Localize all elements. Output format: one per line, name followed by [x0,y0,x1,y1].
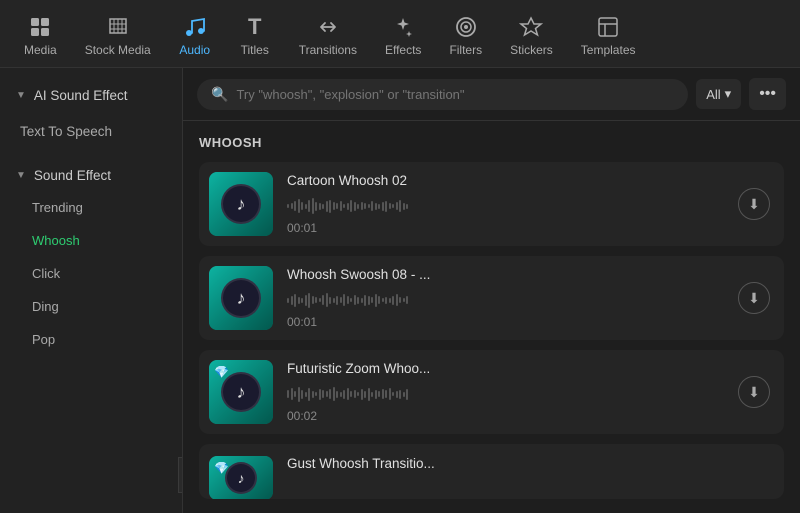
search-icon: 🔍 [211,86,228,103]
nav-templates[interactable]: Templates [567,9,650,65]
sound-card[interactable]: 💎 ♪ Gust Whoosh Transitio... [199,444,784,499]
sidebar-item-trending[interactable]: Trending [0,191,182,224]
click-label: Click [32,266,60,281]
badge-diamond-icon: 💎 [214,461,229,475]
sound-effect-section: ▼ Sound Effect Trending Whoosh Click Din… [0,148,182,360]
nav-effects[interactable]: Effects [371,9,435,65]
download-icon: ⬇ [748,196,760,213]
search-input[interactable] [236,87,674,102]
sound-name: Gust Whoosh Transitio... [287,456,770,471]
sidebar-item-click[interactable]: Click [0,257,182,290]
nav-titles[interactable]: T Titles [225,9,285,65]
ding-label: Ding [32,299,59,314]
stock-media-icon [106,15,130,39]
main-content: ▼ AI Sound Effect Text To Speech ▼ Sound… [0,68,800,513]
ai-sound-arrow: ▼ [16,90,26,101]
nav-effects-label: Effects [385,43,421,57]
text-to-speech-label-row[interactable]: Text To Speech [0,115,182,148]
download-button[interactable]: ⬇ [738,188,770,220]
sidebar-item-ding[interactable]: Ding [0,290,182,323]
music-icon: ♪ [221,278,261,318]
sound-duration: 00:01 [287,221,724,235]
search-wrapper: 🔍 [197,79,688,110]
filters-icon [454,15,478,39]
nav-transitions-label: Transitions [299,43,357,57]
ai-sound-effect-label: AI Sound Effect [34,88,128,103]
sound-card[interactable]: ♪ Cartoon Whoosh 02 00:01 ⬇ [199,162,784,246]
waveform [287,196,724,216]
templates-icon [596,15,620,39]
nav-titles-label: Titles [241,43,269,57]
nav-stock-media[interactable]: Stock Media [71,9,165,65]
filter-arrow-icon: ▾ [725,86,732,102]
sidebar: ▼ AI Sound Effect Text To Speech ▼ Sound… [0,68,183,513]
content-area: WHOOSH ♪ Cartoon Whoosh 02 00:01 ⬇ [183,121,800,513]
nav-filters-label: Filters [449,43,482,57]
sound-name: Futuristic Zoom Whoo... [287,361,724,376]
effects-icon [391,15,415,39]
nav-stickers-label: Stickers [510,43,553,57]
nav-media-label: Media [24,43,57,57]
sound-thumbnail: ♪ [209,266,273,330]
sidebar-collapse-button[interactable]: ‹ [178,457,183,493]
whoosh-label: Whoosh [32,233,80,248]
badge-diamond-icon: 💎 [214,365,229,379]
stickers-icon [519,15,543,39]
sound-card[interactable]: 💎 ♪ Futuristic Zoom Whoo... 00:02 ⬇ [199,350,784,434]
download-icon: ⬇ [748,290,760,307]
audio-icon [183,15,207,39]
right-panel: 🔍 All ▾ ••• WHOOSH ♪ Ca [183,68,800,513]
sidebar-item-pop[interactable]: Pop [0,323,182,356]
download-button[interactable]: ⬇ [738,376,770,408]
nav-media[interactable]: Media [10,9,71,65]
download-icon: ⬇ [748,384,760,401]
sound-card[interactable]: ♪ Whoosh Swoosh 08 - ... 00:01 ⬇ [199,256,784,340]
sound-effect-arrow: ▼ [16,170,26,181]
nav-transitions[interactable]: Transitions [285,9,371,65]
text-to-speech-label: Text To Speech [20,124,112,139]
sound-effect-header[interactable]: ▼ Sound Effect [0,160,182,191]
pop-label: Pop [32,332,55,347]
section-title: WHOOSH [199,135,784,150]
nav-stickers[interactable]: Stickers [496,9,567,65]
sound-thumbnail: 💎 ♪ [209,456,273,499]
sidebar-item-whoosh[interactable]: Whoosh [0,224,182,257]
more-icon: ••• [759,85,776,102]
transitions-icon [316,15,340,39]
sound-duration: 00:02 [287,409,724,423]
text-to-speech-item[interactable]: Text To Speech [0,115,182,148]
top-navigation: Media Stock Media Audio T Titles [0,0,800,68]
sound-info: Whoosh Swoosh 08 - ... 00:01 [287,267,724,329]
download-button[interactable]: ⬇ [738,282,770,314]
waveform [287,290,724,310]
nav-audio[interactable]: Audio [165,9,225,65]
sound-info: Gust Whoosh Transitio... [287,456,770,479]
music-icon: ♪ [225,462,257,494]
nav-templates-label: Templates [581,43,636,57]
filter-label: All [706,87,720,102]
search-bar: 🔍 All ▾ ••• [183,68,800,121]
sound-info: Futuristic Zoom Whoo... 00:02 [287,361,724,423]
ai-sound-effect-section: ▼ AI Sound Effect [0,68,182,115]
titles-icon: T [243,15,267,39]
more-options-button[interactable]: ••• [749,78,786,110]
nav-stock-label: Stock Media [85,43,151,57]
sound-info: Cartoon Whoosh 02 00:01 [287,173,724,235]
sound-duration: 00:01 [287,315,724,329]
sound-name: Whoosh Swoosh 08 - ... [287,267,724,282]
sound-name: Cartoon Whoosh 02 [287,173,724,188]
sound-effect-label: Sound Effect [34,168,111,183]
nav-audio-label: Audio [179,43,210,57]
trending-label: Trending [32,200,83,215]
waveform [287,384,724,404]
ai-sound-effect-header[interactable]: ▼ AI Sound Effect [0,80,182,111]
sound-thumbnail: 💎 ♪ [209,360,273,424]
music-icon: ♪ [221,184,261,224]
search-filter-button[interactable]: All ▾ [696,79,741,109]
media-icon [28,15,52,39]
sound-thumbnail: ♪ [209,172,273,236]
nav-filters[interactable]: Filters [435,9,496,65]
